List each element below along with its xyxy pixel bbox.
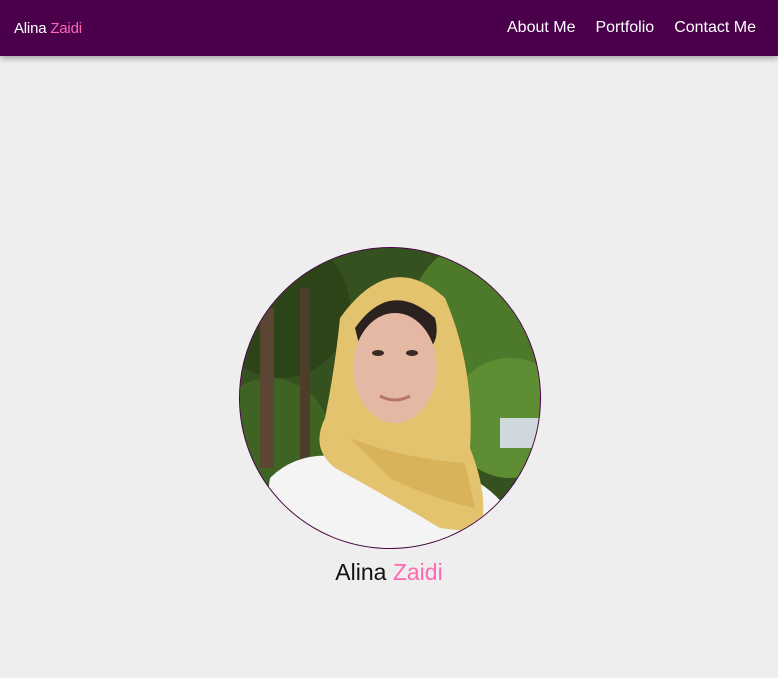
hero-first-name: Alina (335, 559, 387, 585)
navbar: Alina Zaidi About Me Portfolio Contact M… (0, 0, 778, 56)
brand-last-name: Zaidi (50, 19, 82, 37)
nav-link-portfolio[interactable]: Portfolio (595, 19, 654, 37)
nav-link-about-me[interactable]: About Me (507, 19, 575, 37)
hero-name: Alina Zaidi (0, 559, 778, 586)
brand-logo-link[interactable]: Alina Zaidi (14, 20, 82, 37)
hero-last-name: Zaidi (392, 559, 443, 585)
hero-section: Alina Zaidi (0, 56, 778, 678)
nav-links: About Me Portfolio Contact Me (507, 19, 756, 37)
profile-photo (239, 247, 541, 549)
brand-first-name: Alina (14, 19, 47, 37)
nav-link-contact-me[interactable]: Contact Me (674, 19, 756, 37)
